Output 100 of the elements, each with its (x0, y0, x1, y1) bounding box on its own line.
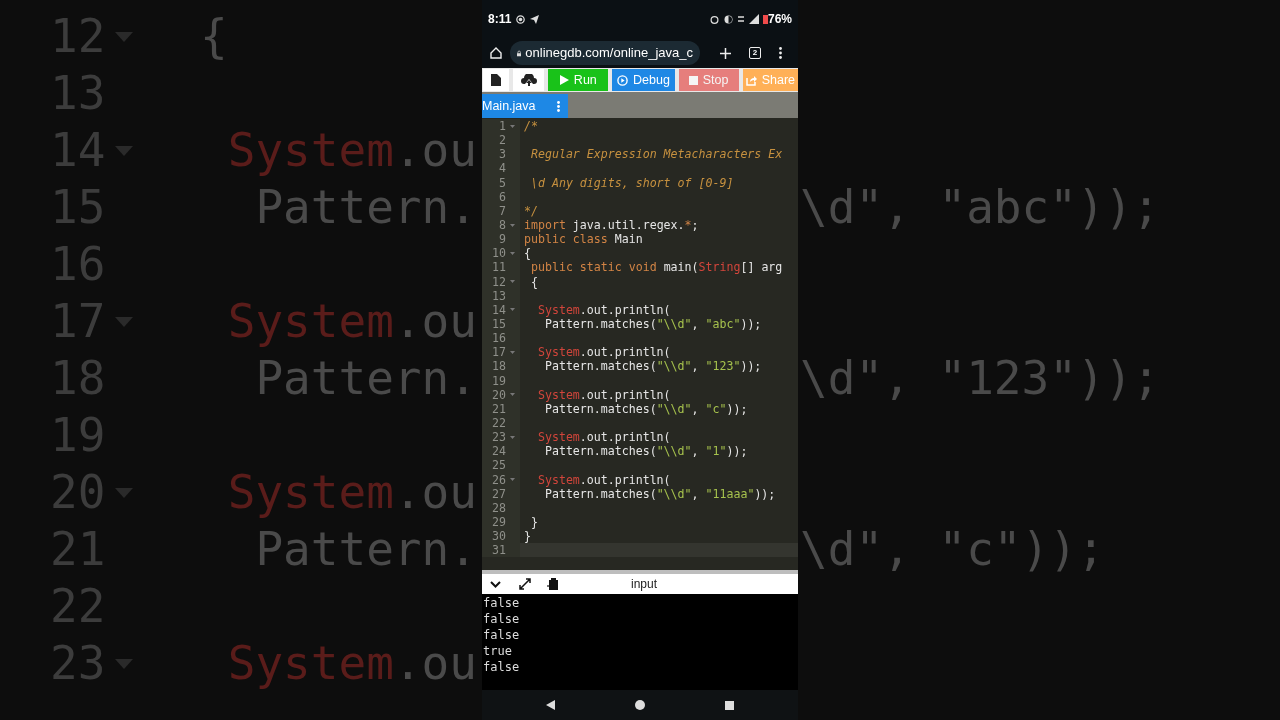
line-number: 13 (491, 288, 506, 303)
play-icon (559, 75, 569, 85)
fold-icon[interactable] (510, 435, 515, 439)
code-line: Pattern.matches("\\d", "abc")); (543, 317, 762, 332)
debug-button[interactable]: Debug (612, 69, 675, 91)
line-number: 14 (491, 302, 506, 317)
line-number: 26 (491, 472, 506, 487)
signal-icon (737, 14, 760, 24)
lock-icon (517, 48, 522, 58)
code-line: Pattern.matches("\\d", "123")); (543, 359, 762, 374)
line-number: 6 (498, 189, 506, 204)
chevron-down-icon[interactable] (490, 580, 501, 588)
code-line: } (523, 529, 531, 544)
code-line: Pattern.matches("\\d", "c")); (544, 401, 748, 416)
clipboard-icon[interactable] (547, 578, 558, 590)
code-line: Pattern. (254, 521, 477, 578)
back-icon[interactable] (546, 700, 555, 710)
line-number: 8 (498, 218, 506, 233)
output-line: false (482, 611, 521, 627)
code-line: Pattern. (254, 179, 477, 236)
code-line: System.out.println( (536, 430, 671, 445)
code-line: System.ou (226, 635, 477, 692)
line-number: 3 (498, 147, 506, 162)
code-editor[interactable] (482, 118, 798, 570)
output-line: false (482, 627, 521, 643)
line-number: 23 (491, 430, 506, 445)
line-number: 29 (491, 515, 506, 529)
code-line: System.ou (226, 464, 477, 521)
code-line: Pattern.matches("\\d", "11aaa")); (544, 486, 776, 501)
code-line: public class Main (523, 232, 643, 247)
code-line: /* (523, 119, 538, 134)
line-number: 24 (491, 444, 506, 459)
code-line: \d", "c")); (799, 521, 1105, 578)
line-number: 16 (491, 331, 506, 346)
code-line: public static void main(String[] arg (529, 260, 783, 275)
line-number: 12 (491, 274, 506, 289)
file-icon (491, 74, 502, 86)
plus-icon[interactable] (720, 47, 731, 59)
input-label[interactable]: input (631, 575, 658, 593)
url-text: onlinegdb.com/online_java_c (525, 44, 693, 63)
code-line: System.out.println( (536, 472, 671, 487)
file-tab[interactable]: Main.java (482, 94, 568, 118)
record-icon (516, 14, 526, 24)
new-file-button[interactable] (483, 69, 510, 91)
fold-icon[interactable] (510, 478, 515, 482)
code-line: { (523, 246, 531, 261)
line-number: 27 (491, 486, 506, 501)
code-line: \d", "123")); (799, 350, 1161, 407)
line-number: 7 (498, 203, 506, 218)
fold-icon[interactable] (510, 251, 515, 255)
output-line: false (482, 595, 521, 611)
fold-icon[interactable] (510, 308, 515, 312)
line-number: 9 (498, 232, 506, 247)
code-line: } (529, 515, 538, 529)
fold-icon[interactable] (510, 280, 515, 284)
code-line: System.ou (226, 293, 477, 350)
battery-icon (762, 14, 768, 24)
line-number: 28 (491, 500, 506, 515)
output-line: false (482, 659, 521, 675)
line-number: 31 (491, 543, 506, 558)
code-line: System.out.println( (536, 302, 671, 317)
home-icon[interactable] (490, 47, 502, 59)
code-line: Regular Expression Metacharacters Ex (529, 147, 783, 162)
clock-text: 8:11 (488, 11, 512, 28)
line-number: 20 (491, 387, 506, 402)
share-icon (745, 74, 757, 86)
line-number: 11 (491, 260, 506, 275)
play-circle-icon (617, 74, 629, 86)
fold-icon[interactable] (510, 124, 515, 128)
address-bar[interactable]: onlinegdb.com/online_java_c (510, 41, 700, 65)
fold-icon[interactable] (510, 350, 515, 354)
kebab-icon (557, 100, 560, 112)
expand-icon[interactable] (519, 578, 531, 590)
code-line: import java.util.regex.*; (523, 218, 699, 233)
line-number: 15 (491, 317, 506, 332)
code-line: System.ou (226, 122, 477, 179)
upload-button[interactable] (513, 69, 545, 91)
line-number: 1 (498, 119, 506, 134)
line-number: 5 (498, 175, 506, 190)
line-number: 22 (491, 416, 506, 430)
menu-icon[interactable] (779, 47, 782, 59)
output-line: true (482, 643, 513, 659)
line-number: 21 (491, 401, 506, 416)
line-number: 2 (498, 133, 506, 148)
battery-text: 76% (767, 11, 792, 28)
run-button[interactable]: Run (548, 69, 609, 91)
code-line: \d Any digits, short of [0-9] (529, 175, 734, 190)
home-circle-icon[interactable] (635, 700, 645, 710)
fold-icon[interactable] (510, 393, 515, 397)
code-line: */ (523, 203, 538, 218)
line-number: 30 (491, 529, 506, 544)
circle-half-icon (723, 14, 733, 24)
fold-icon[interactable] (510, 223, 515, 227)
tab-count-button[interactable]: 2 (749, 47, 761, 59)
stop-icon (688, 75, 698, 85)
line-number: 25 (491, 458, 506, 473)
recents-icon[interactable] (725, 700, 734, 710)
send-icon (530, 14, 540, 24)
code-line: Pattern. (254, 350, 477, 407)
line-number: 19 (491, 373, 506, 388)
